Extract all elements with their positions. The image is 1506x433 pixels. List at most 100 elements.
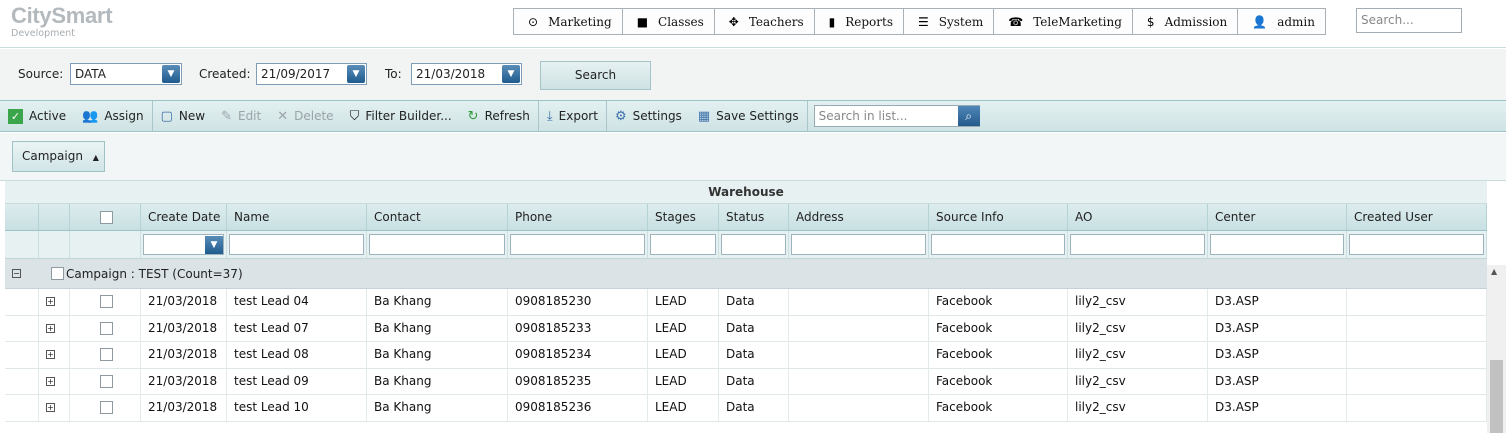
menu-system[interactable]: ☰ System	[904, 9, 995, 34]
row-checkbox[interactable]	[100, 321, 113, 335]
filter-center-input[interactable]	[1210, 234, 1344, 255]
new-button[interactable]: ▢ New	[153, 101, 213, 131]
col-phone[interactable]: Phone	[508, 204, 648, 230]
pencil-icon: ✎	[221, 108, 232, 124]
refresh-button[interactable]: ↻ Refresh	[460, 101, 538, 131]
col-center[interactable]: Center	[1208, 204, 1347, 230]
edit-button[interactable]: ✎ Edit	[213, 101, 269, 131]
chevron-down-icon[interactable]: ▼	[347, 65, 365, 83]
delete-button[interactable]: ✕ Delete	[269, 101, 341, 131]
row-checkbox[interactable]	[100, 374, 113, 388]
filter-source-input[interactable]	[931, 234, 1065, 255]
filter-date-input[interactable]: ▼	[143, 234, 224, 255]
filter-cell	[1208, 231, 1347, 258]
cell-created-user	[1347, 289, 1487, 315]
filter-stages-input[interactable]	[650, 234, 716, 255]
active-button[interactable]: ✓ Active	[0, 101, 74, 131]
cell-center: D3.ASP	[1208, 395, 1347, 421]
filter-address-input[interactable]	[791, 234, 926, 255]
filter-status-input[interactable]	[721, 234, 786, 255]
list-search-input[interactable]: Search in list...	[813, 105, 980, 127]
settings-button[interactable]: ⚙ Settings	[607, 101, 690, 131]
table-row[interactable]: +21/03/2018 test Lead 09 Ba Khang 090818523…	[5, 368, 1487, 396]
menu-marketing[interactable]: ⊙ Marketing	[514, 9, 623, 34]
row-spacer	[5, 315, 39, 342]
brand-subtitle: Development	[11, 28, 75, 39]
menu-admin[interactable]: 👤 admin	[1238, 9, 1325, 34]
to-date-input[interactable]: 21/03/2018 ▼	[411, 63, 522, 85]
filter-ao-input[interactable]	[1070, 234, 1205, 255]
expand-icon[interactable]: +	[46, 323, 55, 333]
table-row[interactable]: +21/03/2018 test Lead 07 Ba Khang 090818523…	[5, 315, 1487, 343]
col-ao[interactable]: AO	[1068, 204, 1208, 230]
col-name[interactable]: Name	[227, 204, 367, 230]
col-address[interactable]: Address	[789, 204, 929, 230]
group-checkbox[interactable]	[51, 267, 64, 280]
table-row[interactable]: +21/03/2018 test Lead 04 Ba Khang 090818523…	[5, 289, 1487, 316]
filter-cell	[789, 231, 929, 258]
expand-icon[interactable]: +	[46, 376, 55, 386]
refresh-label: Refresh	[484, 109, 530, 123]
cell-center: D3.ASP	[1208, 342, 1347, 368]
collapse-icon[interactable]: −	[12, 269, 21, 278]
table-row[interactable]: +21/03/2018 test Lead 10 Ba Khang 090818523…	[5, 395, 1487, 422]
row-checkbox[interactable]	[100, 295, 113, 308]
row-checkbox[interactable]	[100, 401, 113, 415]
cell-stages: LEAD	[648, 395, 719, 421]
cell-phone: 0908185233	[508, 315, 648, 342]
col-created-user[interactable]: Created User	[1347, 204, 1487, 230]
created-label: Created:	[199, 67, 251, 81]
source-select[interactable]: DATA ▼	[70, 63, 182, 85]
filter-name-input[interactable]	[229, 234, 364, 255]
menu-admission[interactable]: $ Admission	[1132, 9, 1239, 34]
export-button[interactable]: ⤓ Export	[539, 101, 606, 131]
table-row[interactable]: +21/03/2018 test Lead 08 Ba Khang 090818523…	[5, 342, 1487, 369]
filter-contact-input[interactable]	[369, 234, 505, 255]
expand-icon[interactable]: +	[46, 297, 55, 306]
row-checkbox[interactable]	[100, 348, 113, 362]
top-search-input[interactable]: Search...	[1356, 8, 1462, 33]
scroll-thumb[interactable]	[1490, 360, 1503, 433]
col-contact[interactable]: Contact	[367, 204, 508, 230]
expand-icon[interactable]: +	[46, 350, 55, 360]
header-select-all[interactable]	[70, 204, 141, 230]
menu-telemarketing[interactable]: ☎ TeleMarketing	[994, 9, 1133, 34]
menu-teachers[interactable]: ✥ Teachers	[714, 9, 815, 34]
group-chip-campaign[interactable]: Campaign ▲	[12, 141, 105, 172]
search-button[interactable]: Search	[540, 61, 651, 90]
search-icon[interactable]: ⌕	[957, 106, 980, 126]
col-create-date[interactable]: Create Date	[141, 204, 227, 230]
filter-phone-input[interactable]	[510, 234, 645, 255]
chevron-down-icon[interactable]: ▼	[162, 65, 180, 83]
menu-reports[interactable]: ▮ Reports	[814, 9, 904, 34]
col-stages[interactable]: Stages	[648, 204, 719, 230]
filter-builder-label: Filter Builder...	[365, 109, 452, 123]
col-status[interactable]: Status	[719, 204, 789, 230]
vertical-scrollbar[interactable]: ▲	[1487, 265, 1506, 433]
filter-user-input[interactable]	[1349, 234, 1484, 255]
col-source-info[interactable]: Source Info	[929, 204, 1068, 230]
close-icon: ✕	[277, 108, 289, 124]
created-value: 21/09/2017	[261, 67, 331, 81]
funnel-icon: ⛉	[349, 108, 360, 124]
grid-toolbar: ✓ Active 👥 Assign ▢ New ✎ Edit ✕ Delete ⛉ Filt…	[0, 100, 1506, 132]
row-expander-cell: +	[39, 395, 70, 421]
assign-button[interactable]: 👥 Assign	[74, 101, 151, 131]
chevron-down-icon[interactable]: ▼	[205, 236, 223, 254]
cell-status: Data	[719, 395, 789, 421]
brand-title: CitySmart	[11, 3, 113, 28]
filter-builder-button[interactable]: ⛉ Filter Builder...	[342, 101, 460, 131]
assign-label: Assign	[104, 109, 144, 123]
expand-icon[interactable]: +	[46, 403, 55, 413]
save-settings-button[interactable]: ▦ Save Settings	[690, 101, 807, 131]
cell-stages: LEAD	[648, 315, 719, 342]
menu-classes[interactable]: ■ Classes	[622, 9, 715, 34]
select-all-checkbox[interactable]	[100, 211, 113, 224]
created-date-input[interactable]: 21/09/2017 ▼	[256, 63, 367, 85]
dollar-icon: $	[1146, 14, 1155, 29]
logo[interactable]: CitySmart Development	[11, 3, 113, 40]
chevron-down-icon[interactable]: ▼	[502, 65, 520, 83]
scroll-up-icon[interactable]: ▲	[1491, 267, 1497, 276]
cell-contact: Ba Khang	[367, 395, 508, 421]
filter-cell	[1068, 231, 1208, 258]
